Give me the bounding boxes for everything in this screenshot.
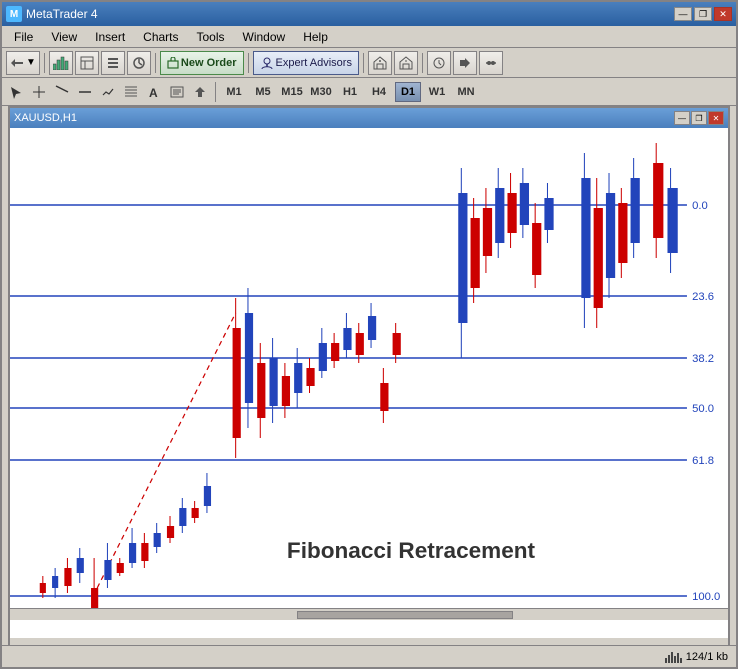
- period-sep-btn[interactable]: [479, 51, 503, 75]
- close-button[interactable]: ✕: [714, 7, 732, 21]
- sep3: [248, 53, 249, 73]
- chart-window: XAUUSD,H1 — ❐ ✕: [8, 106, 730, 658]
- kb-indicator: 124/1 kb: [664, 650, 728, 664]
- arrow-left-btn[interactable]: ▼: [6, 51, 40, 75]
- menu-window[interactable]: Window: [235, 27, 294, 47]
- text-tool[interactable]: A: [144, 83, 164, 101]
- line-tool[interactable]: [52, 83, 72, 101]
- menu-charts[interactable]: Charts: [135, 27, 186, 47]
- sep1: [44, 53, 45, 73]
- title-text: MetaTrader 4: [26, 7, 98, 21]
- menu-view[interactable]: View: [43, 27, 85, 47]
- chart-restore-btn[interactable]: ❐: [691, 111, 707, 125]
- toolbar1: ▼: [2, 48, 736, 78]
- svg-text:23.6: 23.6: [692, 291, 714, 303]
- svg-text:100.0: 100.0: [692, 591, 720, 603]
- timeframe-m1[interactable]: M1: [221, 82, 247, 102]
- expert-advisors-label: Expert Advisors: [276, 57, 352, 69]
- forward-btn[interactable]: [453, 51, 477, 75]
- restore-button[interactable]: ❐: [694, 7, 712, 21]
- kb-text: 124/1 kb: [686, 651, 728, 663]
- chart-close-btn[interactable]: ✕: [708, 111, 724, 125]
- timeframe-m15[interactable]: M15: [279, 82, 305, 102]
- zoom-in-btn[interactable]: [368, 51, 392, 75]
- title-left: M MetaTrader 4: [6, 6, 98, 22]
- chart-title: XAUUSD,H1: [14, 112, 77, 124]
- toolbar2: A M1 M5 M15 M30 H1 H4 D1 W1 MN: [2, 78, 736, 106]
- indicators-btn[interactable]: [127, 51, 151, 75]
- svg-text:50.0: 50.0: [692, 403, 714, 415]
- zoom-out-btn[interactable]: [394, 51, 418, 75]
- chart-area[interactable]: 0.0 23.6 38.2 50.0 61.8 100.0: [10, 128, 728, 638]
- svg-text:61.8: 61.8: [692, 455, 714, 467]
- timeframe-m5[interactable]: M5: [250, 82, 276, 102]
- svg-text:A: A: [149, 86, 158, 99]
- text-icon-tool[interactable]: [167, 83, 187, 101]
- svg-text:0.0: 0.0: [692, 200, 708, 212]
- chart-title-bar: XAUUSD,H1 — ❐ ✕: [10, 108, 728, 128]
- svg-text:38.2: 38.2: [692, 353, 714, 365]
- h-scrollbar[interactable]: [10, 608, 728, 620]
- sep-tools: [215, 82, 216, 102]
- timeframe-h4[interactable]: H4: [366, 82, 392, 102]
- menu-help[interactable]: Help: [295, 27, 336, 47]
- title-bar: M MetaTrader 4 — ❐ ✕: [2, 2, 736, 26]
- menu-insert[interactable]: Insert: [87, 27, 133, 47]
- timeframe-w1[interactable]: W1: [424, 82, 450, 102]
- h-scroll-thumb[interactable]: [297, 611, 512, 619]
- status-chart-icon: [664, 650, 684, 664]
- status-bar: 124/1 kb: [2, 645, 736, 667]
- app-icon: M: [6, 6, 22, 22]
- inner-controls: — ❐ ✕: [674, 111, 724, 125]
- trend-tool[interactable]: [98, 83, 118, 101]
- outer-window: M MetaTrader 4 — ❐ ✕ File View Insert Ch…: [0, 0, 738, 669]
- fibonacci-tool[interactable]: [121, 83, 141, 101]
- hline-tool[interactable]: [75, 83, 95, 101]
- chart-svg: 0.0 23.6 38.2 50.0 61.8 100.0: [10, 128, 728, 638]
- chart-minimize-btn[interactable]: —: [674, 111, 690, 125]
- history-btn[interactable]: [427, 51, 451, 75]
- cursor-tool[interactable]: [6, 83, 26, 101]
- chart-template-btn[interactable]: [75, 51, 99, 75]
- properties-btn[interactable]: [101, 51, 125, 75]
- timeframe-h1[interactable]: H1: [337, 82, 363, 102]
- new-order-label: New Order: [181, 57, 237, 69]
- sep4: [363, 53, 364, 73]
- sep2: [155, 53, 156, 73]
- new-chart-btn[interactable]: [49, 51, 73, 75]
- timeframe-d1[interactable]: D1: [395, 82, 421, 102]
- new-order-button[interactable]: New Order: [160, 51, 244, 75]
- menu-tools[interactable]: Tools: [189, 27, 233, 47]
- timeframe-m30[interactable]: M30: [308, 82, 334, 102]
- sep5: [422, 53, 423, 73]
- menu-file[interactable]: File: [6, 27, 41, 47]
- expert-advisors-button[interactable]: Expert Advisors: [253, 51, 359, 75]
- minimize-button[interactable]: —: [674, 7, 692, 21]
- timeframe-mn[interactable]: MN: [453, 82, 479, 102]
- title-controls: — ❐ ✕: [674, 7, 732, 21]
- crosshair-tool[interactable]: [29, 83, 49, 101]
- menu-bar: File View Insert Charts Tools Window Hel…: [2, 26, 736, 48]
- arrow-tool[interactable]: [190, 83, 210, 101]
- svg-text:Fibonacci Retracement: Fibonacci Retracement: [287, 538, 536, 563]
